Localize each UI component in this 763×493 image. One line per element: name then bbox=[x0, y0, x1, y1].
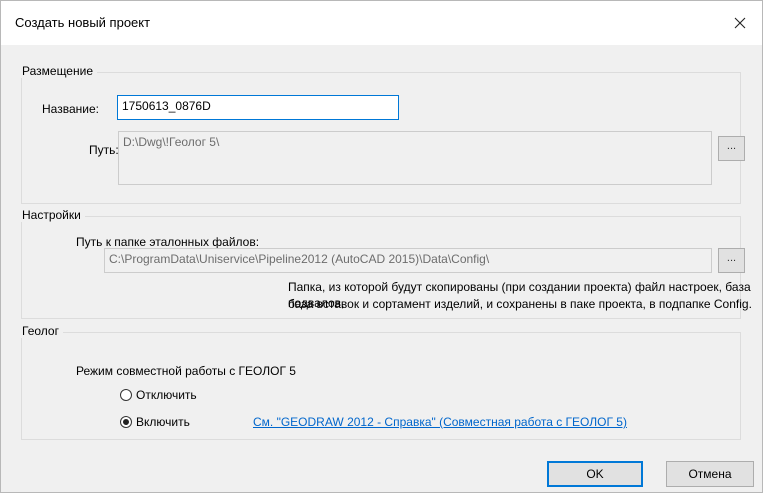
close-button[interactable] bbox=[718, 1, 762, 45]
path-browse-button[interactable]: ... bbox=[718, 136, 745, 161]
ref-folder-note-line2: база вставок и сортамент изделий, и сохр… bbox=[288, 297, 752, 311]
path-label: Путь: bbox=[89, 143, 119, 157]
geolog-group-title: Геолог bbox=[18, 324, 63, 338]
radio-off[interactable]: Отключить bbox=[119, 387, 239, 403]
ref-folder-browse-button[interactable]: ... bbox=[718, 248, 745, 273]
cancel-button[interactable]: Отмена bbox=[666, 461, 754, 487]
placement-group-title: Размещение bbox=[18, 64, 97, 78]
ok-button-label: OK bbox=[586, 467, 604, 481]
cancel-button-label: Отмена bbox=[688, 467, 732, 481]
radio-on-circle[interactable] bbox=[120, 416, 132, 428]
settings-group-title: Настройки bbox=[18, 208, 85, 222]
radio-on[interactable]: Включить bbox=[119, 414, 239, 430]
create-project-dialog: Создать новый проект Размещение Название… bbox=[0, 0, 763, 493]
path-field[interactable]: D:\Dwg\!Геолог 5\ bbox=[118, 131, 712, 185]
radio-off-label: Отключить bbox=[136, 388, 197, 402]
ok-button[interactable]: OK bbox=[547, 461, 643, 487]
ref-folder-field[interactable]: C:\ProgramData\Uniservice\Pipeline2012 (… bbox=[104, 248, 712, 273]
radio-off-circle[interactable] bbox=[120, 389, 132, 401]
radio-on-label: Включить bbox=[136, 415, 190, 429]
geodraw-help-link[interactable]: См. "GEODRAW 2012 - Справка" (Совместная… bbox=[253, 415, 627, 429]
title-bar: Создать новый проект bbox=[1, 1, 762, 45]
name-input[interactable]: 1750613_0876D bbox=[117, 95, 399, 120]
coop-mode-label: Режим совместной работы с ГЕОЛОГ 5 bbox=[76, 364, 296, 378]
close-icon bbox=[734, 17, 746, 29]
ref-folder-label: Путь к папке эталонных файлов: bbox=[76, 235, 260, 249]
window-title: Создать новый проект bbox=[15, 15, 151, 30]
name-label: Название: bbox=[42, 102, 99, 116]
